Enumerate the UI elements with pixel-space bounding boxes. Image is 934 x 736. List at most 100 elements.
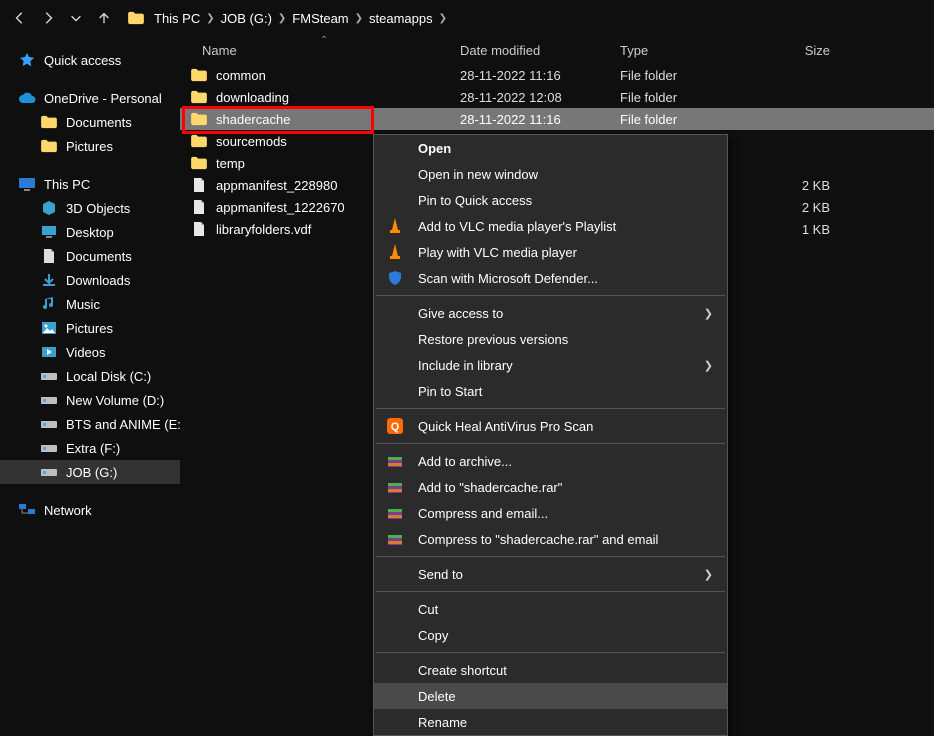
drive-icon	[40, 199, 58, 217]
address-bar[interactable]: This PC ❯ JOB (G:) ❯ FMSteam ❯ steamapps…	[126, 4, 451, 32]
sidebar-item-drive[interactable]: Documents	[0, 244, 180, 268]
chevron-right-icon: ❯	[704, 359, 713, 372]
sidebar-item-label: This PC	[44, 177, 90, 192]
ctx-scan-defender[interactable]: Scan with Microsoft Defender...	[374, 265, 727, 291]
sidebar-item-drive[interactable]: JOB (G:)	[0, 460, 180, 484]
sidebar-item-drive[interactable]: 3D Objects	[0, 196, 180, 220]
ctx-compress-rar-email[interactable]: Compress to "shadercache.rar" and email	[374, 526, 727, 552]
chevron-right-icon: ❯	[704, 307, 713, 320]
sidebar-item-label: Downloads	[66, 273, 130, 288]
sidebar-item-drive[interactable]: Music	[0, 292, 180, 316]
sidebar-item-drive[interactable]: Extra (F:)	[0, 436, 180, 460]
ctx-add-to-rar[interactable]: Add to "shadercache.rar"	[374, 474, 727, 500]
file-list-pane: ⌃ Name Date modified Type Size common28-…	[180, 36, 934, 705]
sidebar-network[interactable]: Network	[0, 498, 180, 522]
sidebar-onedrive[interactable]: OneDrive - Personal	[0, 86, 180, 110]
ctx-delete[interactable]: Delete	[374, 683, 727, 709]
column-header-date[interactable]: Date modified	[460, 43, 620, 58]
ctx-add-archive[interactable]: Add to archive...	[374, 448, 727, 474]
folder-icon	[190, 154, 208, 172]
column-header-type[interactable]: Type	[620, 43, 760, 58]
sidebar-item-drive[interactable]: Downloads	[0, 268, 180, 292]
drive-icon	[40, 343, 58, 361]
sidebar-item-label: Pictures	[66, 321, 113, 336]
file-name: appmanifest_228980	[216, 178, 337, 193]
ctx-quickheal-scan[interactable]: Q Quick Heal AntiVirus Pro Scan	[374, 413, 727, 439]
sidebar-item-label: Videos	[66, 345, 106, 360]
ctx-cut[interactable]: Cut	[374, 596, 727, 622]
column-header-size[interactable]: Size	[760, 43, 850, 58]
star-icon	[18, 51, 36, 69]
breadcrumb-segment[interactable]: This PC	[152, 11, 202, 26]
folder-icon	[40, 113, 58, 131]
ctx-copy[interactable]: Copy	[374, 622, 727, 648]
drive-icon	[40, 295, 58, 313]
ctx-vlc-play[interactable]: Play with VLC media player	[374, 239, 727, 265]
ctx-vlc-add[interactable]: Add to VLC media player's Playlist	[374, 213, 727, 239]
up-button[interactable]	[90, 4, 118, 32]
folder-icon	[190, 110, 208, 128]
sidebar-quick-access[interactable]: Quick access	[0, 48, 180, 72]
file-type: File folder	[620, 90, 760, 105]
folder-icon	[40, 137, 58, 155]
chevron-right-icon[interactable]: ❯	[202, 13, 218, 24]
breadcrumb-segment[interactable]: steamapps	[367, 11, 435, 26]
file-name: libraryfolders.vdf	[216, 222, 311, 237]
file-type: File folder	[620, 112, 760, 127]
ctx-pin-start[interactable]: Pin to Start	[374, 378, 727, 404]
folder-icon	[190, 132, 208, 150]
sidebar-item-drive[interactable]: Desktop	[0, 220, 180, 244]
sidebar-this-pc[interactable]: This PC	[0, 172, 180, 196]
sort-indicator-icon: ⌃	[320, 35, 328, 46]
chevron-right-icon[interactable]: ❯	[435, 13, 451, 24]
network-icon	[18, 501, 36, 519]
sidebar-item-label: 3D Objects	[66, 201, 130, 216]
sidebar-item-drive[interactable]: Local Disk (C:)	[0, 364, 180, 388]
file-row[interactable]: shadercache28-11-2022 11:16File folder	[180, 108, 934, 130]
breadcrumb-segment[interactable]: JOB (G:)	[219, 11, 274, 26]
ctx-open-new-window[interactable]: Open in new window	[374, 161, 727, 187]
chevron-right-icon[interactable]: ❯	[274, 13, 290, 24]
ctx-restore-versions[interactable]: Restore previous versions	[374, 326, 727, 352]
ctx-send-to[interactable]: Send to❯	[374, 561, 727, 587]
sidebar-item-label: Pictures	[66, 139, 113, 154]
ctx-open[interactable]: Open	[374, 135, 727, 161]
navigation-pane: Quick access OneDrive - Personal Documen…	[0, 36, 180, 705]
folder-icon	[190, 66, 208, 84]
sidebar-item-drive[interactable]: New Volume (D:)	[0, 388, 180, 412]
forward-button[interactable]	[34, 4, 62, 32]
sidebar-item-drive[interactable]: BTS and ANIME (E:)	[0, 412, 180, 436]
sidebar-item-label: OneDrive - Personal	[44, 91, 162, 106]
sidebar-item-label: Local Disk (C:)	[66, 369, 151, 384]
ctx-create-shortcut[interactable]: Create shortcut	[374, 657, 727, 683]
chevron-right-icon[interactable]: ❯	[351, 13, 367, 24]
sidebar-item-label: JOB (G:)	[66, 465, 117, 480]
column-headers: ⌃ Name Date modified Type Size	[180, 36, 934, 64]
cloud-icon	[18, 89, 36, 107]
quickheal-icon: Q	[386, 417, 404, 435]
vlc-icon	[386, 243, 404, 261]
file-icon	[190, 176, 208, 194]
file-row[interactable]: common28-11-2022 11:16File folder	[180, 64, 934, 86]
sidebar-item-drive[interactable]: Videos	[0, 340, 180, 364]
file-icon	[190, 198, 208, 216]
file-name: downloading	[216, 90, 289, 105]
ctx-compress-email[interactable]: Compress and email...	[374, 500, 727, 526]
drive-icon	[40, 247, 58, 265]
ctx-rename[interactable]: Rename	[374, 709, 727, 735]
sidebar-item-documents[interactable]: Documents	[0, 110, 180, 134]
sidebar-item-label: Documents	[66, 115, 132, 130]
file-size: 2 KB	[760, 178, 850, 193]
sidebar-item-pictures[interactable]: Pictures	[0, 134, 180, 158]
ctx-include-library[interactable]: Include in library❯	[374, 352, 727, 378]
drive-icon	[40, 391, 58, 409]
file-type: File folder	[620, 68, 760, 83]
breadcrumb-segment[interactable]: FMSteam	[290, 11, 350, 26]
back-button[interactable]	[6, 4, 34, 32]
recent-dropdown[interactable]	[62, 4, 90, 32]
ctx-pin-quick-access[interactable]: Pin to Quick access	[374, 187, 727, 213]
sidebar-item-drive[interactable]: Pictures	[0, 316, 180, 340]
file-name: sourcemods	[216, 134, 287, 149]
ctx-give-access[interactable]: Give access to❯	[374, 300, 727, 326]
file-row[interactable]: downloading28-11-2022 12:08File folder	[180, 86, 934, 108]
